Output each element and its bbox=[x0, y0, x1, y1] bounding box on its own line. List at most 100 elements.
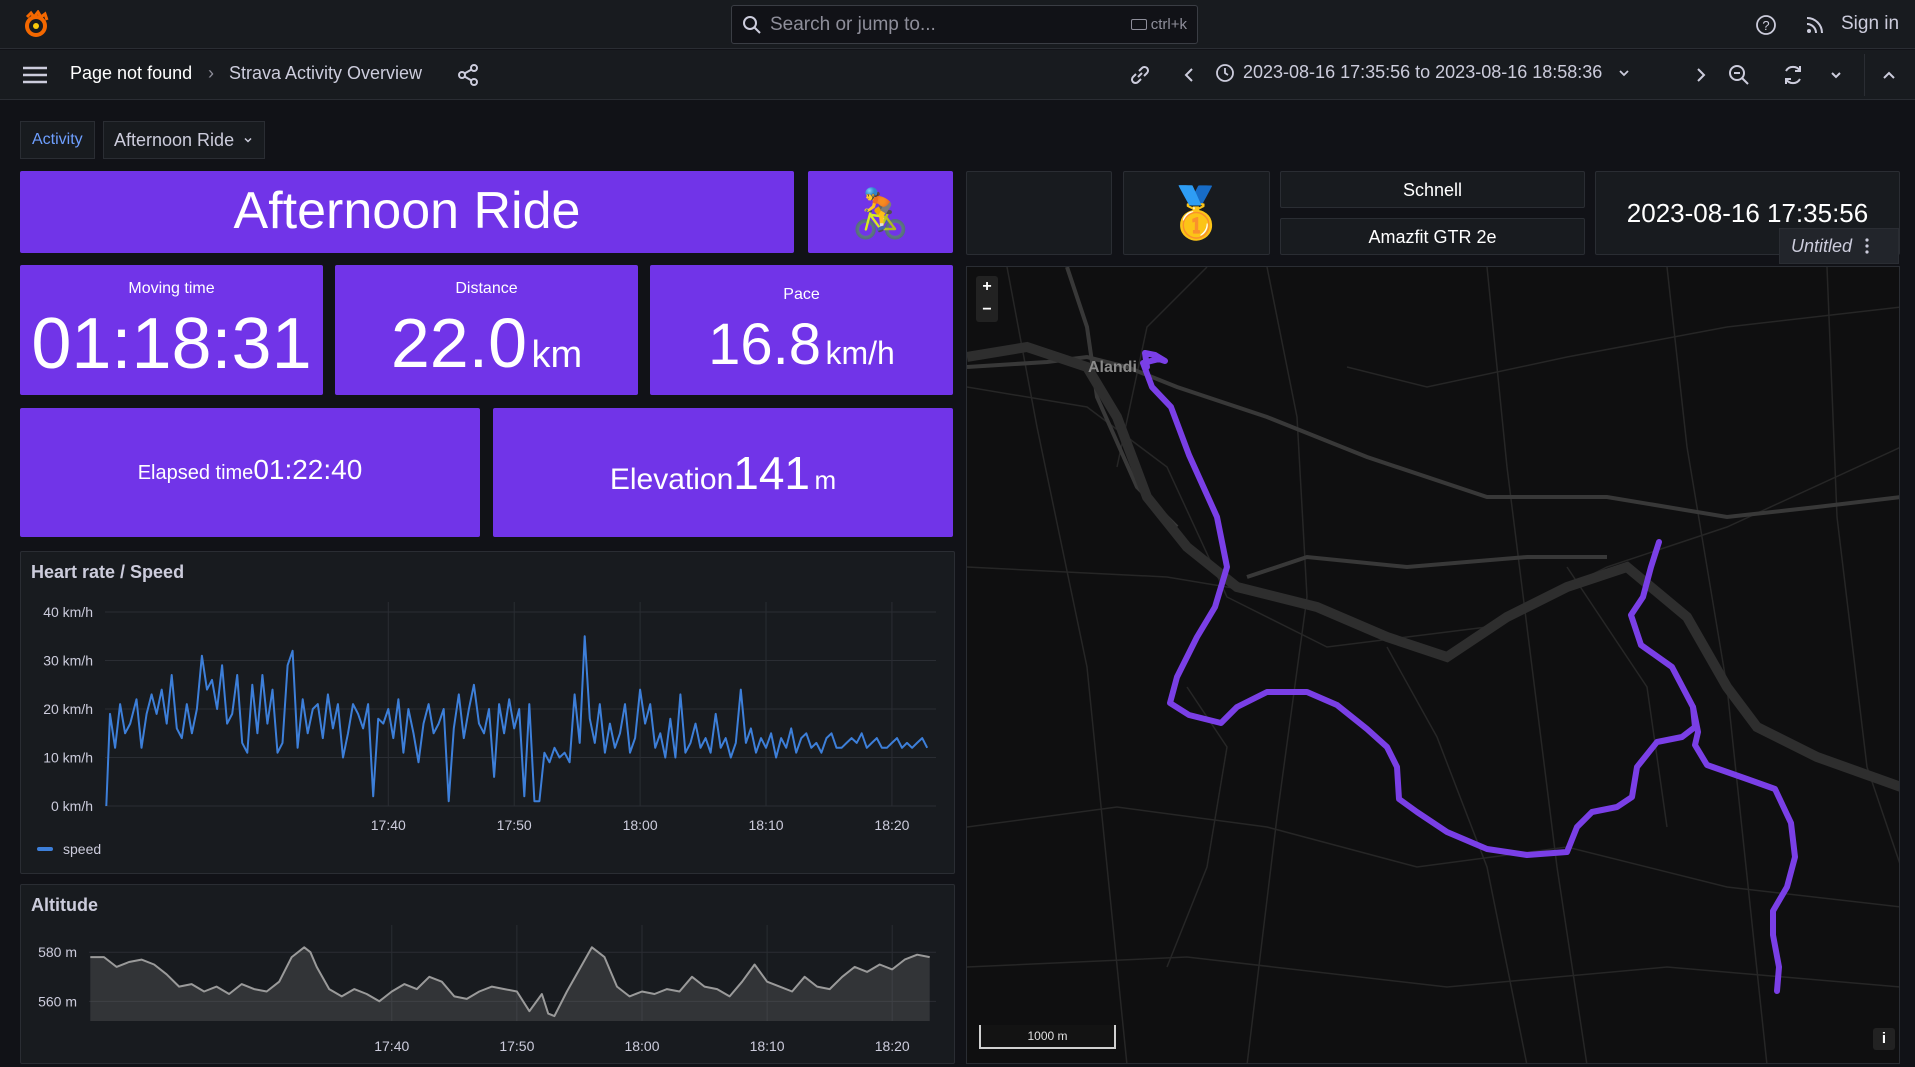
cyclist-icon: 🚴 bbox=[850, 188, 911, 241]
distance-display: 22.0 km bbox=[335, 303, 638, 383]
speed-chart-panel: Heart rate / Speed 0 km/h 10 km/h 20 km/h 3… bbox=[20, 551, 955, 874]
medal-icon: 🥇 bbox=[1165, 185, 1228, 241]
activity-select-value: Afternoon Ride bbox=[114, 129, 235, 150]
moving-time-label: Moving time bbox=[128, 280, 215, 297]
breadcrumb-home[interactable]: Page not found bbox=[70, 63, 192, 84]
x-tick-label: 17:50 bbox=[499, 1038, 534, 1054]
x-tick-label: 17:40 bbox=[374, 1038, 409, 1054]
elapsed-time-value: 01:22:40 bbox=[253, 454, 363, 485]
search-input[interactable]: Search or jump to... ctrl+k bbox=[731, 5, 1198, 44]
search-placeholder: Search or jump to... bbox=[770, 13, 936, 35]
distance-value: 22.0 bbox=[390, 304, 528, 382]
route-map[interactable]: Alandi bbox=[967, 267, 1900, 1064]
pace-panel: Pace 16.8 km/h bbox=[650, 265, 953, 395]
time-range-label: 2023-08-16 17:35:56 to 2023-08-16 18:58:… bbox=[1243, 62, 1603, 82]
x-tick-label: 17:40 bbox=[371, 817, 406, 833]
y-tick-label: 0 km/h bbox=[51, 798, 93, 814]
keyboard-icon bbox=[1130, 19, 1147, 30]
x-tick-label: 18:00 bbox=[624, 1038, 659, 1054]
panel-menu-icon[interactable] bbox=[1864, 237, 1870, 255]
chevron-right-icon[interactable] bbox=[1687, 62, 1713, 88]
pace-unit: km/h bbox=[825, 335, 895, 371]
sign-in-link[interactable]: Sign in bbox=[1841, 13, 1899, 35]
map-place-label: Alandi bbox=[1088, 359, 1137, 376]
y-tick-label: 20 km/h bbox=[43, 701, 93, 717]
refresh-interval-chevron-icon[interactable] bbox=[1823, 62, 1849, 88]
altitude-chart[interactable]: 560 m580 m17:4017:5018:0018:1018:2018:30… bbox=[21, 885, 956, 1065]
activity-select[interactable]: Afternoon Ride bbox=[103, 121, 266, 159]
speed-line bbox=[105, 635, 929, 807]
zoom-out-button[interactable]: − bbox=[976, 299, 998, 322]
x-tick-label: 18:20 bbox=[875, 1038, 910, 1054]
start-time: 2023-08-16 17:35:56 bbox=[1626, 198, 1869, 228]
activity-name: Afternoon Ride bbox=[233, 182, 581, 240]
empty-panel bbox=[966, 171, 1112, 255]
map-info-button[interactable]: i bbox=[1873, 1028, 1895, 1050]
chevron-down-icon bbox=[244, 137, 252, 143]
distance-label: Distance bbox=[455, 280, 518, 297]
time-range-picker[interactable]: 2023-08-16 17:35:56 to 2023-08-16 18:58:… bbox=[1215, 62, 1632, 83]
zoom-in-button[interactable]: + bbox=[976, 276, 998, 299]
elapsed-time-panel: Elapsed time01:22:40 bbox=[20, 408, 480, 537]
y-tick-label: 10 km/h bbox=[43, 750, 93, 766]
map-river bbox=[967, 341, 1899, 792]
x-tick-label: 17:50 bbox=[497, 817, 532, 833]
help-icon[interactable]: ? bbox=[1754, 13, 1778, 37]
x-tick-label: 18:20 bbox=[874, 817, 909, 833]
device-name: Amazfit GTR 2e bbox=[1368, 227, 1497, 247]
elevation-unit: m bbox=[814, 465, 837, 495]
legend-swatch bbox=[37, 847, 53, 851]
chevron-left-icon[interactable] bbox=[1177, 62, 1203, 88]
pace-display: 16.8 km/h bbox=[650, 311, 953, 378]
news-rss-icon[interactable] bbox=[1803, 13, 1827, 37]
breadcrumb-separator: › bbox=[208, 63, 214, 83]
collapse-icon[interactable] bbox=[1876, 62, 1902, 88]
altitude-area bbox=[90, 947, 930, 1021]
zoom-out-icon[interactable] bbox=[1726, 62, 1752, 88]
activity-type-panel: 🚴 bbox=[808, 171, 953, 253]
speed-chart[interactable]: 0 km/h 10 km/h 20 km/h 30 km/h 40 km/h 17:40 1… bbox=[21, 552, 956, 875]
elevation-panel: Elevation141 m bbox=[493, 408, 953, 537]
distance-panel: Distance 22.0 km bbox=[335, 265, 638, 395]
moving-time-panel: Moving time 01:18:31 bbox=[20, 265, 323, 395]
breadcrumb-current[interactable]: Strava Activity Overview bbox=[229, 63, 422, 84]
elevation-display: Elevation141 m bbox=[493, 446, 953, 500]
share-icon[interactable] bbox=[455, 62, 481, 88]
gear-name: Schnell bbox=[1402, 180, 1463, 200]
y-tick-label: 40 km/h bbox=[43, 604, 93, 620]
y-tick-label: 30 km/h bbox=[43, 653, 93, 669]
moving-time-value: 01:18:31 bbox=[31, 304, 312, 384]
chevron-down-icon bbox=[1619, 69, 1629, 76]
menu-icon[interactable] bbox=[22, 62, 48, 88]
medal-panel: 🥇 bbox=[1123, 171, 1270, 255]
device-panel: Amazfit GTR 2e bbox=[1280, 218, 1585, 255]
clock-icon bbox=[1216, 63, 1234, 82]
legend-label: speed bbox=[63, 841, 102, 857]
grafana-logo-icon[interactable] bbox=[22, 10, 50, 40]
pace-value: 16.8 bbox=[708, 312, 822, 377]
x-tick-label: 18:10 bbox=[748, 817, 783, 833]
elevation-label: Elevation bbox=[609, 463, 734, 496]
variable-label: Activity bbox=[20, 121, 95, 159]
route-map-panel[interactable]: Alandi + − 1000 m i bbox=[966, 266, 1900, 1064]
speed-legend[interactable]: speed bbox=[37, 841, 101, 857]
elapsed-time-display: Elapsed time01:22:40 bbox=[20, 454, 480, 486]
top-bar: Search or jump to... ctrl+k ? Sign in bbox=[0, 0, 1915, 49]
untitled-panel-header[interactable]: Untitled bbox=[1779, 228, 1899, 264]
x-tick-label: 18:10 bbox=[750, 1038, 785, 1054]
map-main-roads bbox=[967, 267, 1899, 579]
refresh-icon[interactable] bbox=[1780, 62, 1806, 88]
elapsed-time-label: Elapsed time bbox=[137, 462, 254, 484]
elevation-value: 141 bbox=[733, 447, 811, 499]
link-icon[interactable] bbox=[1127, 62, 1153, 88]
y-tick-label: 580 m bbox=[38, 944, 77, 960]
distance-unit: km bbox=[531, 334, 583, 376]
svg-text:?: ? bbox=[1762, 18, 1769, 33]
activity-name-panel: Afternoon Ride bbox=[20, 171, 794, 253]
divider bbox=[1864, 54, 1865, 96]
route-path-a bbox=[1140, 350, 1698, 858]
map-minor-roads bbox=[967, 267, 1899, 1063]
zoom-controls: + − bbox=[976, 276, 998, 322]
untitled-label: Untitled bbox=[1791, 235, 1853, 256]
gear-panel: Schnell bbox=[1280, 171, 1585, 208]
